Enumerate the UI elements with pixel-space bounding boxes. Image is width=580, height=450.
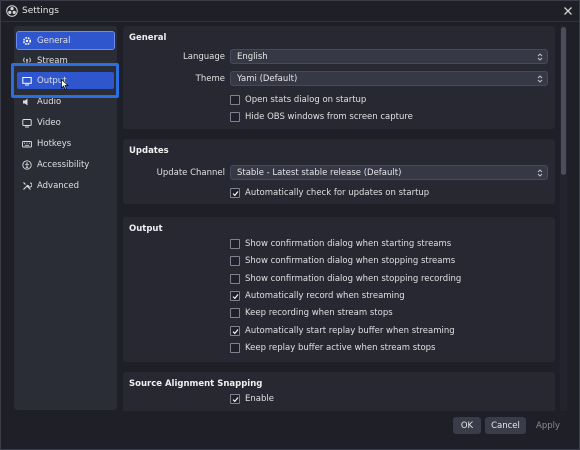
- checkbox-label: Hide OBS windows from screen capture: [245, 112, 413, 122]
- keep-recording-checkbox[interactable]: Keep recording when stream stops: [230, 308, 393, 318]
- update-channel-value: Stable - Latest stable release (Default): [237, 167, 402, 178]
- confirm-stop-recording-checkbox[interactable]: Show confirmation dialog when stopping r…: [230, 274, 461, 284]
- content-scrollbar[interactable]: [560, 25, 567, 411]
- obs-logo-icon: [6, 5, 18, 17]
- group-title: Source Alignment Snapping: [129, 379, 263, 389]
- general-group: General Language English Theme Yami (Def…: [123, 26, 555, 129]
- theme-label: Theme: [195, 74, 225, 84]
- sidebar-item-label: General: [37, 35, 71, 46]
- keep-replay-buffer-checkbox[interactable]: Keep replay buffer active when stream st…: [230, 343, 435, 353]
- select-arrows-icon: [537, 169, 543, 177]
- checkmark-icon: [232, 328, 238, 334]
- scrollbar-thumb[interactable]: [561, 27, 566, 175]
- language-label: Language: [183, 52, 225, 62]
- checkbox-box[interactable]: [230, 343, 240, 353]
- theme-select[interactable]: Yami (Default): [230, 71, 548, 86]
- settings-content: General Language English Theme Yami (Def…: [123, 25, 555, 411]
- language-select[interactable]: English: [230, 49, 548, 64]
- checkbox-box[interactable]: [230, 274, 240, 284]
- sidebar-item-label: Stream: [37, 55, 68, 66]
- window-title: Settings: [22, 6, 59, 16]
- sidebar-item-label: Advanced: [37, 180, 79, 191]
- monitor-icon: [21, 75, 33, 87]
- sidebar-item-accessibility[interactable]: Accessibility: [17, 156, 114, 173]
- checkbox-box[interactable]: [230, 308, 240, 318]
- checkbox-label: Automatically check for updates on start…: [245, 188, 430, 198]
- antenna-icon: [21, 55, 33, 67]
- open-stats-checkbox[interactable]: Open stats dialog on startup: [230, 95, 366, 105]
- speaker-icon: [21, 96, 33, 108]
- sidebar-item-hotkeys[interactable]: Hotkeys: [17, 135, 114, 152]
- checkbox-label: Show confirmation dialog when stopping s…: [245, 256, 456, 266]
- updates-group: Updates Update Channel Stable - Latest s…: [123, 139, 555, 204]
- ok-button[interactable]: OK: [453, 417, 481, 434]
- sidebar-item-stream[interactable]: Stream: [17, 52, 114, 69]
- checkbox-box[interactable]: [230, 239, 240, 249]
- sidebar-item-audio[interactable]: Audio: [17, 93, 114, 110]
- auto-check-updates-checkbox[interactable]: Automatically check for updates on start…: [230, 188, 429, 198]
- checkbox-box[interactable]: [230, 256, 240, 266]
- auto-replay-buffer-checkbox[interactable]: Automatically start replay buffer when s…: [230, 326, 455, 336]
- mouse-cursor-icon: [61, 79, 69, 90]
- checkbox-label: Automatically start replay buffer when s…: [245, 326, 455, 336]
- sidebar-item-video[interactable]: Video: [17, 114, 114, 131]
- confirm-stop-stream-checkbox[interactable]: Show confirmation dialog when stopping s…: [230, 256, 455, 266]
- checkbox-box[interactable]: [230, 112, 240, 122]
- checkbox-label: Show confirmation dialog when stopping r…: [245, 274, 462, 284]
- checkbox-label: Show confirmation dialog when starting s…: [245, 239, 452, 249]
- checkbox-label: Open stats dialog on startup: [245, 95, 367, 105]
- checkbox-label: Automatically record when streaming: [245, 291, 405, 301]
- checkmark-icon: [232, 190, 238, 196]
- theme-value: Yami (Default): [237, 73, 298, 84]
- checkbox-box[interactable]: [230, 95, 240, 105]
- checkbox-label: Keep recording when stream stops: [245, 308, 393, 318]
- sidebar-item-label: Accessibility: [37, 159, 90, 170]
- sidebar-item-label: Hotkeys: [37, 138, 72, 149]
- apply-button[interactable]: Apply: [531, 417, 565, 434]
- sidebar-item-advanced[interactable]: Advanced: [17, 177, 114, 194]
- confirm-start-stream-checkbox[interactable]: Show confirmation dialog when starting s…: [230, 239, 451, 249]
- video-screen-icon: [21, 117, 33, 129]
- cancel-button[interactable]: Cancel: [485, 417, 526, 434]
- checkbox-box[interactable]: [230, 326, 240, 336]
- group-title: General: [129, 33, 167, 43]
- select-arrows-icon: [537, 53, 543, 61]
- group-title: Output: [129, 224, 163, 234]
- checkbox-box[interactable]: [230, 188, 240, 198]
- sidebar-item-general[interactable]: General: [16, 31, 115, 50]
- language-value: English: [237, 51, 268, 62]
- settings-window: Settings General Stream Output Audio Vid…: [0, 0, 580, 450]
- checkbox-box[interactable]: [230, 394, 240, 404]
- accessibility-icon: [21, 159, 33, 171]
- checkbox-box[interactable]: [230, 291, 240, 301]
- checkbox-label: Enable: [245, 394, 274, 404]
- gear-icon: [21, 35, 33, 47]
- checkmark-icon: [232, 293, 238, 299]
- snapping-enable-checkbox[interactable]: Enable: [230, 394, 274, 404]
- hide-obs-windows-checkbox[interactable]: Hide OBS windows from screen capture: [230, 112, 413, 122]
- sidebar-item-label: Video: [37, 117, 61, 128]
- output-group: Output Show confirmation dialog when sta…: [123, 217, 555, 362]
- select-arrows-icon: [537, 75, 543, 83]
- group-title: Updates: [129, 146, 169, 156]
- update-channel-select[interactable]: Stable - Latest stable release (Default): [230, 165, 548, 180]
- title-bar: Settings: [1, 1, 579, 22]
- auto-record-checkbox[interactable]: Automatically record when streaming: [230, 291, 405, 301]
- snapping-group: Source Alignment Snapping Enable: [123, 372, 555, 411]
- tools-icon: [21, 180, 33, 192]
- checkmark-icon: [232, 396, 238, 402]
- checkbox-label: Keep replay buffer active when stream st…: [245, 343, 436, 353]
- keyboard-icon: [21, 138, 33, 150]
- close-icon: [564, 7, 572, 15]
- update-channel-label: Update Channel: [156, 168, 225, 178]
- close-button[interactable]: [560, 3, 576, 19]
- sidebar-item-label: Audio: [37, 96, 62, 107]
